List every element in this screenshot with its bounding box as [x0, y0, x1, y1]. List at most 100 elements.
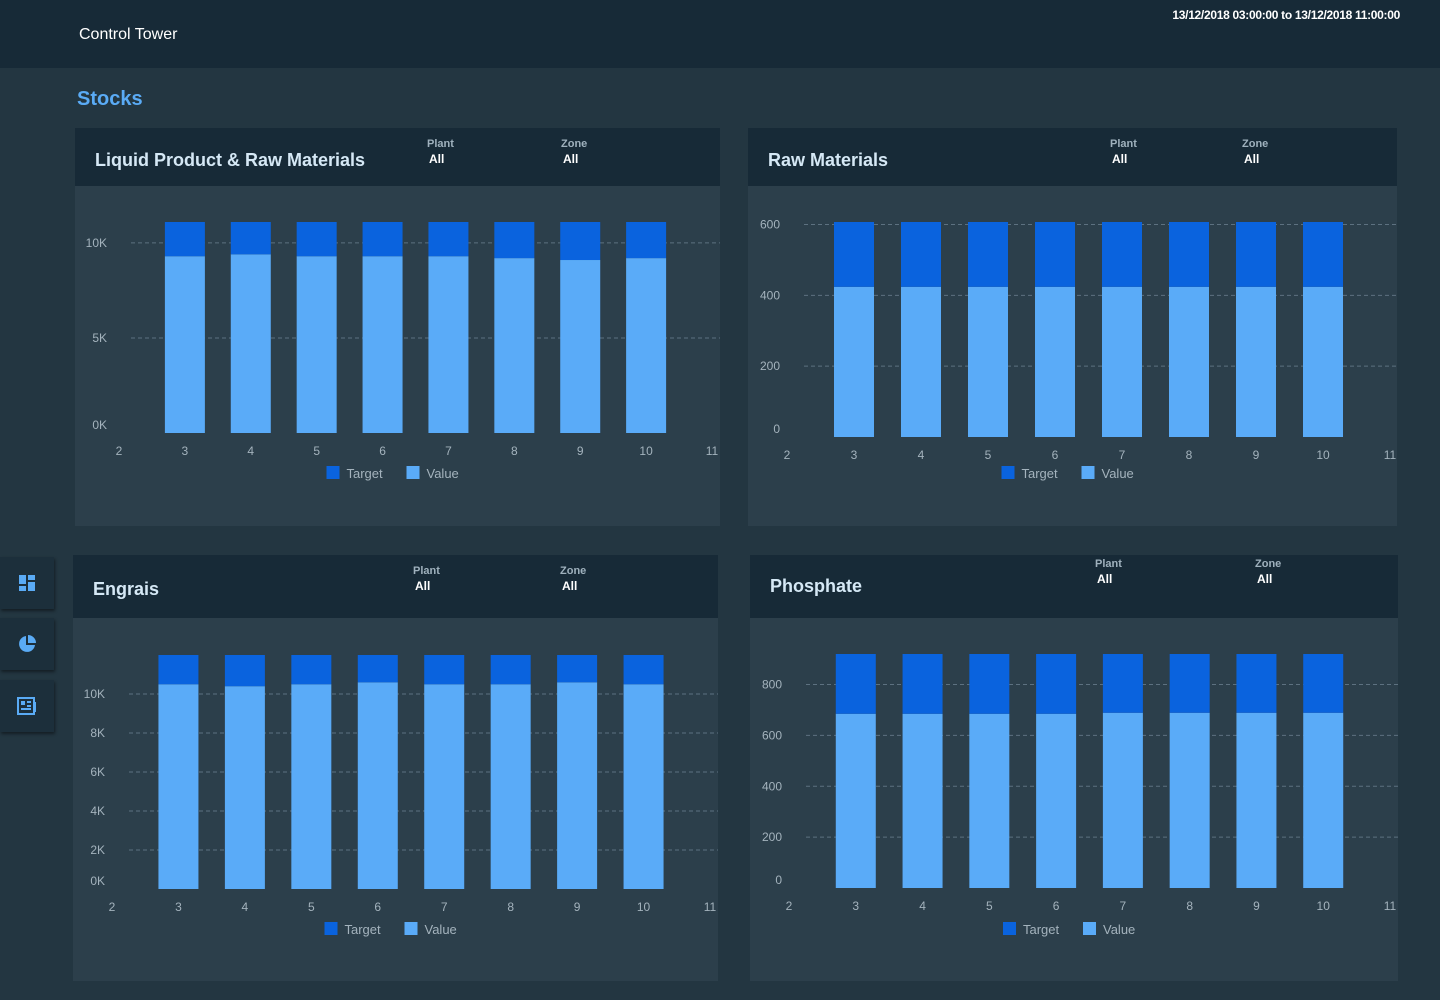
legend-swatch-target	[1003, 922, 1016, 935]
x-tick-label: 3	[851, 448, 858, 462]
bar-target	[834, 222, 874, 287]
filter-label: Plant	[413, 565, 440, 577]
x-tick-label: 9	[1253, 448, 1260, 462]
panel-header: Engrais Plant All Zone All	[73, 555, 718, 618]
bar-target	[623, 655, 664, 685]
y-tick-label: 10K	[84, 687, 105, 701]
legend-swatch-target	[324, 922, 338, 935]
chart-container: 0K 5K 10K 2 3 4 5 6 7 8 9 10 11 Target Value	[75, 186, 720, 526]
y-tick-label: 0K	[92, 418, 107, 432]
bar-value	[901, 286, 941, 437]
section-title: Stocks	[77, 88, 143, 110]
x-tick-label: 4	[247, 444, 254, 458]
plant-filter[interactable]: Plant All	[1095, 558, 1122, 586]
y-tick-label: 4K	[90, 804, 105, 818]
x-tick-label: 5	[313, 444, 320, 458]
y-tick-label: 800	[762, 678, 782, 692]
legend-label-target: Target	[1023, 922, 1060, 937]
x-tick-label: 3	[852, 899, 859, 913]
date-range[interactable]: 13/12/2018 03:00:00 to 13/12/2018 11:00:…	[1172, 8, 1400, 22]
bar-value	[968, 286, 1008, 437]
legend-swatch-target	[1001, 466, 1015, 479]
bar-value	[158, 684, 199, 889]
x-tick-label: 11	[1384, 448, 1397, 462]
x-tick-label: 2	[784, 448, 791, 462]
sidebar-dashboard-button[interactable]	[0, 557, 54, 609]
legend-label-value: Value	[1103, 922, 1135, 937]
filter-label: Zone	[1242, 138, 1269, 150]
x-tick-label: 3	[182, 444, 189, 458]
legend-label-target: Target	[1022, 466, 1059, 481]
bar-value	[494, 258, 535, 433]
panel-raw-materials: Raw Materials Plant All Zone All 0 200 400…	[748, 128, 1397, 526]
x-tick-label: 6	[1053, 899, 1060, 913]
bar-value	[490, 684, 531, 889]
report-icon	[17, 697, 36, 715]
bar-target	[490, 655, 531, 685]
x-tick-label: 11	[704, 900, 717, 914]
y-tick-label: 0	[775, 873, 782, 887]
x-tick-label: 11	[706, 444, 719, 458]
filter-value: All	[1112, 152, 1128, 166]
legend-label-target: Target	[347, 466, 384, 481]
plant-filter[interactable]: Plant All	[427, 138, 454, 166]
x-tick-label: 7	[1119, 448, 1126, 462]
panel-title: Engrais	[93, 579, 160, 599]
x-tick-label: 8	[507, 900, 514, 914]
bar-target	[901, 222, 941, 287]
panel-title: Liquid Product & Raw Materials	[95, 150, 366, 170]
y-tick-label: 200	[760, 359, 780, 373]
bar-target	[357, 655, 398, 683]
bar-target	[969, 654, 1010, 714]
sidebar-charts-button[interactable]	[0, 618, 54, 670]
sidebar-reports-button[interactable]	[0, 680, 54, 732]
bar-value	[164, 256, 205, 433]
chart-container: 0 200 400 600 2 3 4 5 6 7 8 9 10 11 Target Value	[748, 186, 1397, 526]
bar-value	[224, 686, 265, 889]
chart-container: 0 200 400 600 800 2 3 4 5 6 7 8 9 10 11 Target Value	[750, 618, 1398, 981]
y-tick-label: 400	[760, 288, 780, 302]
bar-value	[1169, 712, 1210, 888]
chart-container: 0K 2K 4K 6K 8K 10K 2 3 4 5 6 7 8 9 10 11 Target Value	[73, 618, 718, 981]
x-tick-label: 5	[308, 900, 315, 914]
bar-target	[296, 222, 337, 257]
x-tick-label: 10	[639, 444, 653, 458]
bar-target	[164, 222, 205, 257]
plant-filter[interactable]: Plant All	[413, 565, 440, 593]
legend-label-value: Value	[427, 466, 459, 481]
bar-target	[1236, 222, 1276, 287]
bar-value	[560, 260, 601, 433]
x-tick-label: 7	[445, 444, 452, 458]
panel-liquid-product: Liquid Product & Raw Materials Plant All…	[75, 128, 720, 526]
bar-target	[968, 222, 1008, 287]
stacked-bar-chart: 0K 2K 4K 6K 8K 10K 2 3 4 5 6 7 8 9 10 11 Target Value	[84, 655, 718, 937]
bar-value	[357, 682, 398, 889]
bar-target	[1169, 222, 1209, 287]
bar-target	[1102, 654, 1143, 713]
plant-filter[interactable]: Plant All	[1110, 138, 1137, 166]
x-tick-label: 2	[116, 444, 123, 458]
legend-label-target: Target	[345, 922, 382, 937]
x-tick-label: 6	[1052, 448, 1059, 462]
bar-value	[557, 682, 598, 889]
x-tick-label: 9	[1253, 899, 1260, 913]
x-tick-label: 4	[918, 448, 925, 462]
bar-target	[560, 222, 601, 261]
y-tick-label: 400	[762, 779, 782, 793]
bar-value	[1102, 286, 1142, 437]
filter-value: All	[415, 579, 431, 593]
y-tick-label: 10K	[86, 236, 107, 250]
bar-target	[291, 655, 332, 685]
top-bar: Control Tower 13/12/2018 03:00:00 to 13/…	[0, 0, 1440, 68]
zone-filter[interactable]: Zone All	[1242, 138, 1268, 166]
panel-header: Phosphate Plant All Zone All	[750, 555, 1398, 618]
panel-title: Raw Materials	[768, 150, 889, 170]
zone-filter[interactable]: Zone All	[560, 565, 586, 593]
zone-filter[interactable]: Zone All	[561, 138, 587, 166]
bar-target	[1036, 654, 1077, 714]
bar-target	[158, 655, 199, 685]
zone-filter[interactable]: Zone All	[1255, 558, 1281, 586]
legend-swatch-target	[326, 466, 340, 479]
filter-label: Plant	[1095, 558, 1122, 570]
filter-label: Plant	[427, 138, 454, 150]
